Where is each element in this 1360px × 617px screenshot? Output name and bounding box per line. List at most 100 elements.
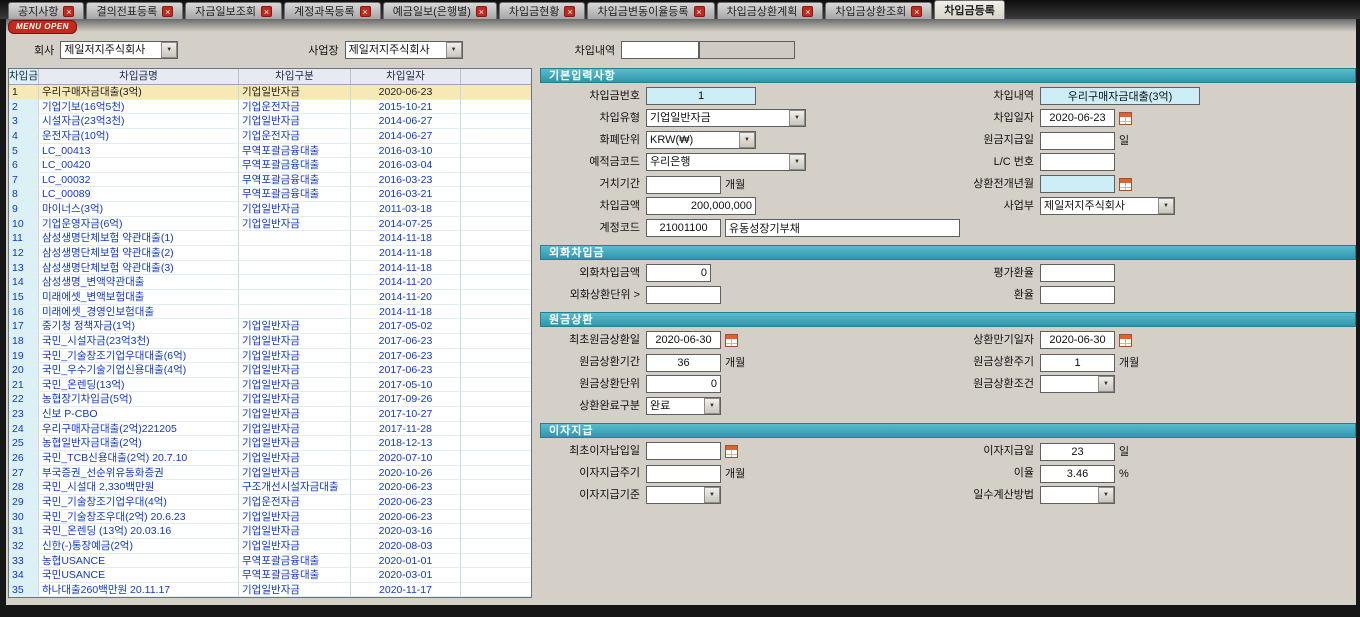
tab-close-icon[interactable]: ×: [694, 6, 705, 17]
loan-type-select-control[interactable]: 기업일반자금: [646, 109, 806, 127]
table-row[interactable]: 7LC_00032무역포괄금융대출2016-03-23: [9, 173, 531, 188]
table-row[interactable]: 1우리구매자금대출(3억)기업일반자금2020-06-23: [9, 85, 531, 100]
loan-amount-input[interactable]: [646, 197, 756, 215]
table-row[interactable]: 25농협일반자금대출(2억)기업일반자금2018-12-13: [9, 436, 531, 451]
calendar-icon[interactable]: [1119, 178, 1132, 191]
col-header-type[interactable]: 차입구분: [239, 69, 351, 84]
table-row[interactable]: 10기업운영자금(6억)기업일반자금2014-07-25: [9, 217, 531, 232]
daycount-select[interactable]: [1040, 486, 1115, 504]
deposit-code-select[interactable]: 우리은행: [646, 153, 806, 171]
tab-자금일보조회[interactable]: 자금일보조회×: [185, 2, 282, 19]
loan-desc-input[interactable]: [621, 41, 699, 59]
site-select-control[interactable]: 제일저지주식회사: [345, 41, 463, 59]
loan-date-input[interactable]: [1040, 109, 1115, 127]
repay-complete-select[interactable]: 완료: [646, 397, 721, 415]
maturity-date-input[interactable]: [1040, 331, 1115, 349]
principal-period-input[interactable]: [646, 354, 721, 372]
deposit-code-select-control[interactable]: 우리은행: [646, 153, 806, 171]
table-row[interactable]: 4운전자금(10억)기업운전자금2014-06-27: [9, 129, 531, 144]
principal-pay-day-input[interactable]: [1040, 132, 1115, 150]
calendar-icon[interactable]: [725, 445, 738, 458]
principal-unit-input[interactable]: [646, 375, 721, 393]
table-row[interactable]: 34국민USANCE무역포괄금융대출2020-03-01: [9, 568, 531, 583]
tab-close-icon[interactable]: ×: [162, 6, 173, 17]
table-row[interactable]: 27부국증권_선순위유동화증권기업일반자금2020-10-26: [9, 466, 531, 481]
tab-close-icon[interactable]: ×: [63, 6, 74, 17]
tab-공지사항[interactable]: 공지사항×: [8, 2, 84, 19]
lc-no-input[interactable]: [1040, 153, 1115, 171]
table-row[interactable]: 30국민_기술창조우대(2억) 20.6.23기업일반자금2020-06-23: [9, 510, 531, 525]
table-row[interactable]: 13삼성생명단체보험 약관대출(3)2014-11-18: [9, 261, 531, 276]
table-row[interactable]: 8LC_00089무역포괄금융대출2016-03-21: [9, 187, 531, 202]
col-header-code[interactable]: 차입금코드: [9, 69, 39, 84]
company-select[interactable]: 제일저지주식회사: [60, 41, 178, 59]
table-row[interactable]: 33농협USANCE무역포괄금융대출2020-01-01: [9, 554, 531, 569]
table-row[interactable]: 28국민_시설대 2,330백만원구조개선시설자금대출2020-06-23: [9, 480, 531, 495]
calendar-icon[interactable]: [1119, 334, 1132, 347]
table-row[interactable]: 22농협장기차입금(5억)기업일반자금2017-09-26: [9, 392, 531, 407]
table-row[interactable]: 5LC_00413무역포괄금융대출2016-03-10: [9, 144, 531, 159]
repay-complete-select-control[interactable]: 완료: [646, 397, 721, 415]
interest-pay-day-input[interactable]: [1040, 443, 1115, 461]
table-row[interactable]: 23신보 P-CBO기업일반자금2017-10-27: [9, 407, 531, 422]
tab-close-icon[interactable]: ×: [911, 6, 922, 17]
tab-차입금현황[interactable]: 차입금현황×: [499, 2, 586, 19]
menu-open-button[interactable]: MENU OPEN: [8, 20, 77, 34]
table-row[interactable]: 16미래에셋_경영인보험대출2014-11-18: [9, 305, 531, 320]
tab-close-icon[interactable]: ×: [476, 6, 487, 17]
principal-cycle-input[interactable]: [1040, 354, 1115, 372]
first-principal-date-input[interactable]: [646, 331, 721, 349]
first-interest-date-input[interactable]: [646, 442, 721, 460]
division-select-control[interactable]: 제일저지주식회사: [1040, 197, 1175, 215]
table-row[interactable]: 3시설자금(23억3천)기업일반자금2014-06-27: [9, 114, 531, 129]
col-header-name[interactable]: 차입금명: [39, 69, 239, 84]
table-row[interactable]: 31국민_온렌딩 (13억) 20.03.16기업일반자금2020-03-16: [9, 524, 531, 539]
rate-input[interactable]: [1040, 286, 1115, 304]
site-select[interactable]: 제일저지주식회사: [345, 41, 463, 59]
table-row[interactable]: 32신한(-)통장예금(2억)기업일반자금2020-08-03: [9, 539, 531, 554]
loan-type-select[interactable]: 기업일반자금: [646, 109, 806, 127]
table-row[interactable]: 15미래에셋_변액보험대출2014-11-20: [9, 290, 531, 305]
calendar-icon[interactable]: [725, 334, 738, 347]
currency-select-control[interactable]: KRW(₩): [646, 131, 756, 149]
table-row[interactable]: 29국민_기술창조기업우대(4억)기업운전자금2020-06-23: [9, 495, 531, 510]
table-row[interactable]: 20국민_우수기술기업신용대출(4억)기업일반자금2017-06-23: [9, 363, 531, 378]
table-row[interactable]: 2기업기보(16억5천)기업운전자금2015-10-21: [9, 100, 531, 115]
tab-계정과목등록[interactable]: 계정과목등록×: [284, 2, 381, 19]
loan-no-input[interactable]: [646, 87, 756, 105]
tab-차입금등록[interactable]: 차입금등록: [934, 0, 1005, 19]
fx-unit-input[interactable]: [646, 286, 721, 304]
table-row[interactable]: 21국민_온렌딩(13억)기업일반자금2017-05-10: [9, 378, 531, 393]
calendar-icon[interactable]: [1119, 112, 1132, 125]
table-row[interactable]: 14삼성생명_변액약관대출2014-11-20: [9, 275, 531, 290]
tab-결의전표등록[interactable]: 결의전표등록×: [86, 2, 183, 19]
tab-차입금상환계획[interactable]: 차입금상환계획×: [717, 2, 824, 19]
tab-차입금변동이율등록[interactable]: 차입금변동이율등록×: [587, 2, 714, 19]
table-row[interactable]: 6LC_00420무역포괄금융대출2016-03-04: [9, 158, 531, 173]
table-row[interactable]: 17중기청 정책자금(1억)기업일반자금2017-05-02: [9, 319, 531, 334]
table-row[interactable]: 24우리구매자금대출(2억)221205기업일반자금2017-11-28: [9, 422, 531, 437]
detail-loan-desc-input[interactable]: [1040, 87, 1200, 105]
grace-period-input[interactable]: [646, 176, 721, 194]
daycount-select-control[interactable]: [1040, 486, 1115, 504]
tab-close-icon[interactable]: ×: [261, 6, 272, 17]
principal-condition-select-control[interactable]: [1040, 375, 1115, 393]
tab-close-icon[interactable]: ×: [360, 6, 371, 17]
table-row[interactable]: 26국민_TCB신용대출(2억) 20.7.10기업일반자금2020-07-10: [9, 451, 531, 466]
company-select-control[interactable]: 제일저지주식회사: [60, 41, 178, 59]
table-row[interactable]: 35하나대출260백만원 20.11.17기업일반자금2020-11-17: [9, 583, 531, 597]
interest-rate-input[interactable]: [1040, 465, 1115, 483]
interest-cycle-input[interactable]: [646, 465, 721, 483]
division-select[interactable]: 제일저지주식회사: [1040, 197, 1175, 215]
tab-차입금상환조회[interactable]: 차입금상환조회×: [825, 2, 932, 19]
interest-basis-select-control[interactable]: [646, 486, 721, 504]
table-row[interactable]: 11삼성생명단체보험 약관대출(1)2014-11-18: [9, 231, 531, 246]
table-row[interactable]: 9마이너스(3억)기업일반자금2011-03-18: [9, 202, 531, 217]
table-row[interactable]: 18국민_시설자금(23억3천)기업일반자금2017-06-23: [9, 334, 531, 349]
table-row[interactable]: 12삼성생명단체보험 약관대출(2)2014-11-18: [9, 246, 531, 261]
tab-close-icon[interactable]: ×: [564, 6, 575, 17]
eval-rate-input[interactable]: [1040, 264, 1115, 282]
account-code-input[interactable]: [646, 219, 721, 237]
interest-basis-select[interactable]: [646, 486, 721, 504]
col-header-date[interactable]: 차입일자: [351, 69, 461, 84]
